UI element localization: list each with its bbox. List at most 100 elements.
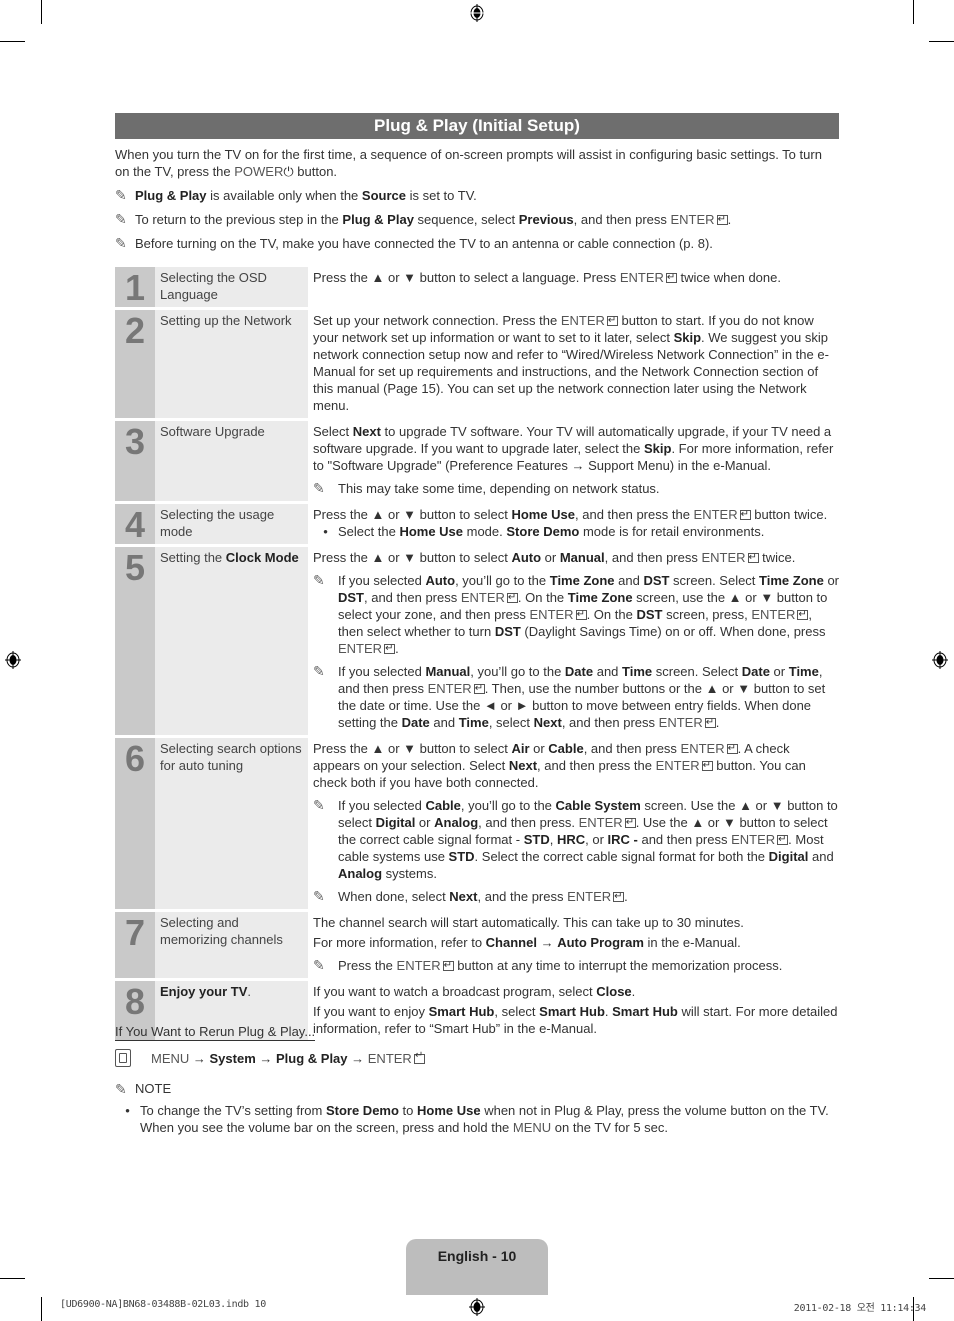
bold-term: Date [564,664,594,679]
bold-term: Skip [643,441,672,456]
step-label: Software Upgrade [155,421,308,501]
note-text: Press the ENTER button at any time to in… [338,957,782,974]
bold-term: DST [643,573,670,588]
text-run: . [727,212,732,227]
step-row: 7 Selecting and memorizing channels The ch… [115,912,839,978]
enter-icon [613,888,625,905]
text-run: mode is for retail environments. [579,524,765,539]
enter-icon [606,312,618,329]
bold-term: Next [449,889,478,904]
note-text: If you selected Cable, you’ll go to the … [338,797,839,882]
step-paragraph: Press the ▲ or ▼ button to select Auto o… [313,549,839,566]
steps-table: 1 Selecting the OSD Language Press the ▲ o… [115,264,839,1044]
bold-term: Date [741,664,770,679]
text-run: , and then press [573,212,671,227]
text-run: Selecting the usage mode [160,507,275,539]
crop-mark [913,0,914,24]
enter-key-label: ENTER [670,212,715,227]
text-run: to [398,1103,418,1118]
bullet-icon: • [323,524,328,539]
text-run: . On the [517,590,568,605]
registration-mark-icon [469,4,485,22]
step-row: 4 Selecting the usage mode Press the ▲ or … [115,504,839,544]
bold-term: Manual [559,550,605,565]
key-label: MENU [151,1050,190,1066]
enter-key-label: ENTER [655,758,700,773]
bold-term: Time Zone [759,573,824,588]
step-content: Press the ▲ or ▼ button to select Air or… [308,738,839,909]
bullet-text: To change the TV’s setting from Store De… [140,1102,839,1136]
step-paragraph: If you want to watch a broadcast program… [313,983,839,1000]
step-number: 4 [115,504,155,544]
enter-icon [575,606,587,623]
text-run: → [536,935,558,950]
bold-term: Date [401,715,430,730]
text-run: on the TV for 5 sec. [551,1120,669,1135]
text-run: , or [585,832,608,847]
enter-key-label: ENTER [578,815,623,830]
enter-icon [739,506,751,523]
bold-term: Enjoy your TV [160,984,248,999]
bold-term: Next [508,758,538,773]
text-run: and [808,849,834,864]
text-run: Press the ▲ or ▼ button to select [313,550,512,565]
text-run: If you selected [338,664,426,679]
intro-paragraph: When you turn the TV on for the first ti… [115,146,839,180]
crop-mark [41,0,42,24]
enter-icon [797,606,809,623]
enter-icon [665,269,677,286]
registration-mark-icon [5,651,21,669]
enter-key-label: ENTER [529,607,574,622]
enter-icon [701,757,713,774]
bold-term: Air [511,741,530,756]
step-label: Selecting the usage mode [155,504,308,544]
text-run: , you’ll go to the [455,573,550,588]
pencil-note-icon: ✎ [313,797,325,813]
step-content: Set up your network connection. Press th… [308,310,839,418]
bold-term: IRC - [607,832,638,847]
pencil-note-icon: ✎ [115,1081,127,1097]
text-run: , select [488,715,534,730]
pencil-note-icon: ✎ [115,187,127,203]
enter-icon [473,680,485,697]
bold-term: HRC [556,832,586,847]
enter-key-label: ENTER [396,958,441,973]
registration-mark-icon [932,651,948,669]
text-run: Before turning on the TV, make you have … [135,236,713,251]
pencil-note-icon: ✎ [313,888,325,904]
step-number: 5 [115,547,155,735]
bold-term: Store Demo [325,1103,399,1118]
step-content: Select Next to upgrade TV software. Your… [308,421,839,501]
step-paragraph: Press the ▲ or ▼ button to select a lang… [313,269,839,286]
step-row: 3 Software Upgrade Select Next to upgrade … [115,421,839,501]
text-run: . [395,641,399,656]
text-run: Selecting the OSD Language [160,270,267,302]
enter-key-label: ENTER [701,550,746,565]
enter-icon [747,549,759,566]
note-text: Before turning on the TV, make you have … [135,235,713,252]
text-run: . [247,984,252,999]
enter-key-label: ENTER [427,681,472,696]
note-item: ✎ To return to the previous step in the P… [115,211,839,228]
power-button-label: POWER [234,164,284,179]
note-heading: NOTE [135,1081,172,1096]
text-run: , and then press [583,741,681,756]
pencil-note-icon: ✎ [313,572,325,588]
note-text: To return to the previous step in the Pl… [135,211,731,228]
text-run: Select [313,424,353,439]
text-run: For more information, refer to [313,935,486,950]
pencil-note-icon: ✎ [313,480,325,496]
step-number: 7 [115,912,155,978]
step-note: ✎ Press the ENTER button at any time to i… [313,957,839,974]
text-run: → [255,1050,276,1066]
intro-text: When you turn the TV on for the first ti… [115,147,822,179]
enter-key-label: ENTER [460,590,505,605]
step-number: 1 [115,267,155,307]
text-run: Press the [338,958,397,973]
bold-term: DST [494,624,521,639]
bold-term: System [209,1050,256,1066]
text-run: (Daylight Savings Time) on or off. When … [520,624,826,639]
text-run: or [415,815,435,830]
note-item: ✎ Before turning on the TV, make you have… [115,235,839,252]
text-run: screen, press, [662,607,752,622]
